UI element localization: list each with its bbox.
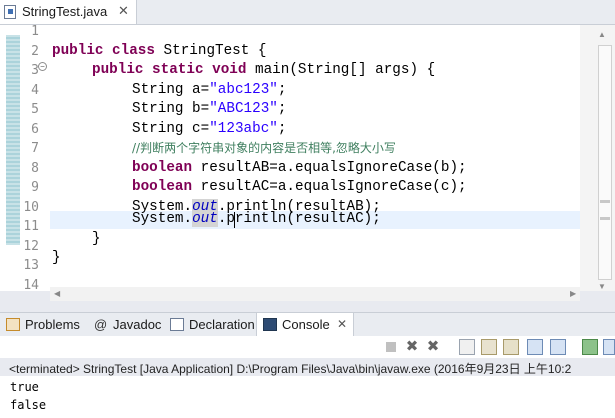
show-console-stdout-icon[interactable] — [527, 339, 543, 355]
line-number: 11 — [23, 219, 39, 234]
scroll-up-icon[interactable]: ▲ — [598, 30, 606, 39]
string-literal: "123abc" — [209, 120, 278, 137]
tab-label: Problems — [25, 317, 80, 332]
close-icon[interactable]: ✕ — [118, 3, 129, 19]
change-ruler — [6, 35, 20, 245]
code-text: ) { — [409, 62, 436, 78]
scroll-right-icon[interactable]: ▶ — [570, 289, 576, 298]
code-text: main(String[] — [246, 62, 376, 78]
console-icon — [263, 318, 277, 331]
keyword: boolean — [132, 179, 193, 195]
editor-tab-stringtest[interactable]: StringTest.java ✕ — [0, 0, 137, 24]
occurrence-marker[interactable] — [600, 200, 610, 203]
text-caret — [234, 212, 235, 228]
keyword: public class — [52, 42, 155, 59]
line-number: 5 — [31, 102, 39, 117]
line-number: 4 — [31, 82, 39, 98]
code-line-12: } — [92, 230, 101, 247]
tab-declaration[interactable]: Declaration — [164, 313, 256, 336]
scroll-down-icon[interactable]: ▼ — [598, 282, 606, 291]
declaration-icon — [170, 318, 184, 331]
code-text: resultAC=a.equalsIgnoreCase(c); — [192, 179, 467, 195]
string-literal: "abc123" — [209, 81, 278, 98]
string-literal: "ABC123" — [209, 101, 278, 117]
code-text: String a= — [132, 81, 210, 98]
scroll-lock-icon[interactable] — [481, 339, 497, 355]
word-wrap-icon[interactable] — [503, 339, 519, 355]
line-number: 8 — [31, 160, 39, 176]
code-text: StringTest { — [154, 42, 267, 59]
display-console-icon[interactable] — [603, 339, 615, 355]
close-icon[interactable]: ✕ — [337, 317, 347, 331]
code-text: System. — [132, 211, 193, 227]
keyword: public static void — [92, 62, 247, 78]
line-number: 7 — [31, 141, 39, 156]
code-text: String c= — [132, 120, 210, 137]
java-file-icon — [4, 5, 16, 19]
tab-javadoc[interactable]: @ Javadoc — [88, 313, 164, 336]
show-console-stderr-icon[interactable] — [550, 339, 566, 355]
code-comment: //判断两个字符串对象的内容是否相等,忽略大小写 — [132, 141, 396, 155]
tab-label: Declaration — [189, 317, 255, 332]
keyword: boolean — [132, 159, 193, 176]
line-number: 1 — [31, 24, 39, 39]
code-line-13: } — [52, 250, 61, 266]
code-line-6: String c="123abc"; — [132, 120, 287, 137]
console-line: false — [10, 398, 47, 412]
console-output[interactable] — [0, 376, 615, 418]
line-number: 9 — [31, 180, 39, 195]
line-number: 10 — [23, 199, 39, 215]
code-line-3: public static void main(String[] args) { — [92, 61, 435, 81]
tab-label: Console — [282, 317, 330, 332]
field-reference: out — [192, 211, 218, 227]
pin-console-icon[interactable] — [582, 339, 598, 355]
console-status: <terminated> StringTest [Java Applicatio… — [9, 362, 572, 376]
tab-problems[interactable]: Problems — [0, 313, 88, 336]
code-line-9: boolean resultAC=a.equalsIgnoreCase(c); — [132, 178, 467, 198]
views-tab-bar: Problems @ Javadoc Declaration Console ✕ — [0, 312, 615, 337]
code-line-4: String a="abc123"; — [132, 81, 287, 98]
terminate-icon[interactable] — [383, 339, 399, 355]
line-number: 13 — [23, 258, 39, 273]
line-number: 3 — [31, 63, 39, 78]
scrollbar-thumb[interactable] — [598, 45, 612, 280]
console-line: true — [10, 380, 39, 394]
code-text: resultAB=a.equalsIgnoreCase(b); — [192, 159, 467, 176]
collapse-icon[interactable]: − — [38, 62, 47, 71]
tab-label: Javadoc — [113, 317, 162, 332]
line-number: 14 — [23, 277, 39, 293]
code-line-11: System.out.println(resultAC); — [132, 210, 381, 230]
problems-icon — [6, 318, 20, 331]
scroll-left-icon[interactable]: ◀ — [54, 289, 60, 298]
javadoc-icon: @ — [94, 317, 108, 332]
line-number: 12 — [23, 238, 39, 254]
occurrence-marker[interactable] — [600, 217, 610, 220]
code-text: .println(resultAC); — [217, 211, 381, 227]
code-text: String b= — [132, 101, 210, 117]
line-number: 2 — [31, 43, 39, 59]
console-toolbar — [0, 336, 615, 358]
code-line-2: public class StringTest { — [52, 42, 267, 62]
line-number: 6 — [31, 121, 39, 137]
editor-tab-label: StringTest.java — [22, 4, 108, 19]
tab-console[interactable]: Console ✕ — [256, 313, 354, 336]
code-text: args — [375, 62, 410, 78]
code-line-8: boolean resultAB=a.equalsIgnoreCase(b); — [132, 159, 467, 179]
remove-all-icon[interactable]: ✖ — [425, 339, 441, 355]
code-line-5: String b="ABC123"; — [132, 101, 287, 117]
clear-console-icon[interactable] — [459, 339, 475, 355]
horizontal-scrollbar[interactable] — [50, 287, 580, 301]
remove-launch-icon[interactable]: ✖ — [404, 339, 420, 355]
